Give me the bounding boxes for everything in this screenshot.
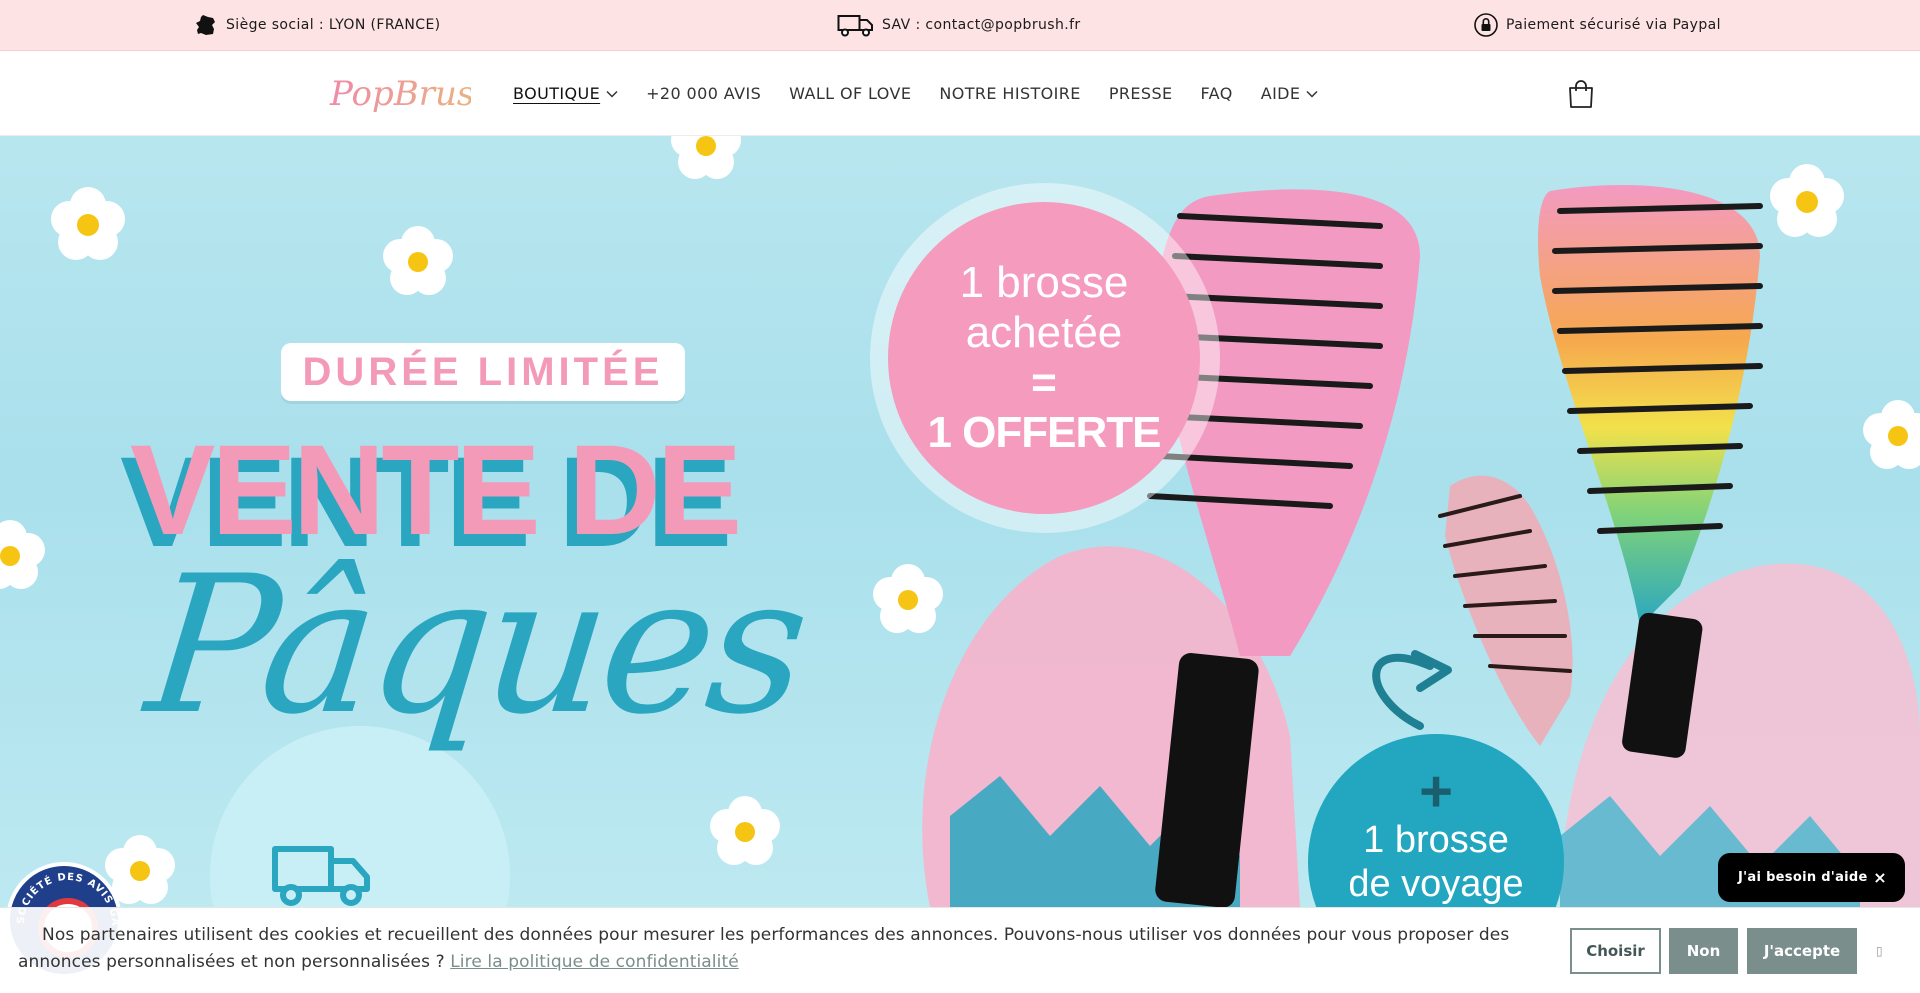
cookie-message-text: Nos partenaires utilisent des cookies et… [18,925,1510,972]
plus-icon: + [1419,759,1453,824]
bonus-line: de voyage [1348,863,1524,905]
nav-item-avis[interactable]: +20 000 AVIS [646,84,761,103]
hero-subtitle: Pâques [138,535,813,756]
nav-item-aide[interactable]: AIDE [1261,84,1319,103]
offer-circle: 1 brosse achetée = 1 OFFERTE [888,202,1200,514]
help-chat-label: J'ai besoin d'aide [1738,870,1868,885]
shopping-bag-icon[interactable] [1566,79,1596,109]
truck-icon [837,15,873,37]
headquarters-text: Siège social : LYON (FRANCE) [226,17,441,33]
svg-text:PopBrush: PopBrush [329,74,471,114]
nav-label: BOUTIQUE [513,84,601,103]
chevron-down-icon [1306,90,1318,98]
lock-icon [1474,13,1498,37]
accept-button[interactable]: J'accepte [1747,928,1857,974]
sav-info: SAV : contact@popbrush.fr [837,0,1081,50]
cookie-message: Nos partenaires utilisent des cookies et… [18,922,1543,976]
nav-item-notre-histoire[interactable]: NOTRE HISTOIRE [939,84,1080,103]
headquarters-info: Siège social : LYON (FRANCE) [194,0,441,50]
help-chat-button[interactable]: J'ai besoin d'aide × [1718,853,1905,902]
france-map-icon [196,15,215,35]
offer-line: 1 OFFERTE [927,408,1161,457]
offer-line: = [1031,358,1057,407]
bonus-line: 1 brosse [1363,819,1509,861]
hero-banner[interactable]: DURÉE LIMITÉE VENTE DE Pâques 1 brosse a… [0,136,1920,907]
nav-label: WALL OF LOVE [789,84,912,103]
nav-item-presse[interactable]: PRESSE [1109,84,1173,103]
main-navigation: BOUTIQUE +20 000 AVIS WALL OF LOVE NOTRE… [513,51,1346,136]
payment-text: Paiement sécurisé via Paypal [1506,17,1721,33]
nav-label: NOTRE HISTOIRE [939,84,1081,103]
announcement-bar: Siège social : LYON (FRANCE) SAV : conta… [0,0,1920,51]
nav-label: PRESSE [1108,84,1173,103]
nav-item-faq[interactable]: FAQ [1201,84,1233,103]
nav-item-boutique[interactable]: BOUTIQUE [513,84,618,103]
nav-item-wall-of-love[interactable]: WALL OF LOVE [789,84,911,103]
offer-line: achetée [965,308,1123,357]
nav-label: FAQ [1200,84,1233,103]
site-header: PopBrush BOUTIQUE +20 000 AVIS WALL OF L… [0,51,1920,136]
choose-button[interactable]: Choisir [1570,928,1661,974]
popbrush-logo[interactable]: PopBrush [326,69,471,119]
offer-line: 1 brosse [959,258,1129,307]
cookie-consent-banner: Nos partenaires utilisent des cookies et… [0,907,1920,993]
nav-label: +20 000 AVIS [646,84,762,103]
limited-time-badge: DURÉE LIMITÉE [281,343,685,401]
sav-email-link[interactable]: SAV : contact@popbrush.fr [882,17,1081,33]
payment-info: Paiement sécurisé via Paypal [1474,0,1721,50]
decline-button[interactable]: Non [1669,928,1738,974]
close-icon[interactable]: × [1873,868,1887,887]
chevron-down-icon [606,90,618,98]
nav-label: AIDE [1260,84,1301,103]
privacy-policy-link[interactable]: Lire la politique de confidentialité [450,952,739,972]
dismiss-icon[interactable]: ▯ [1876,944,1883,958]
